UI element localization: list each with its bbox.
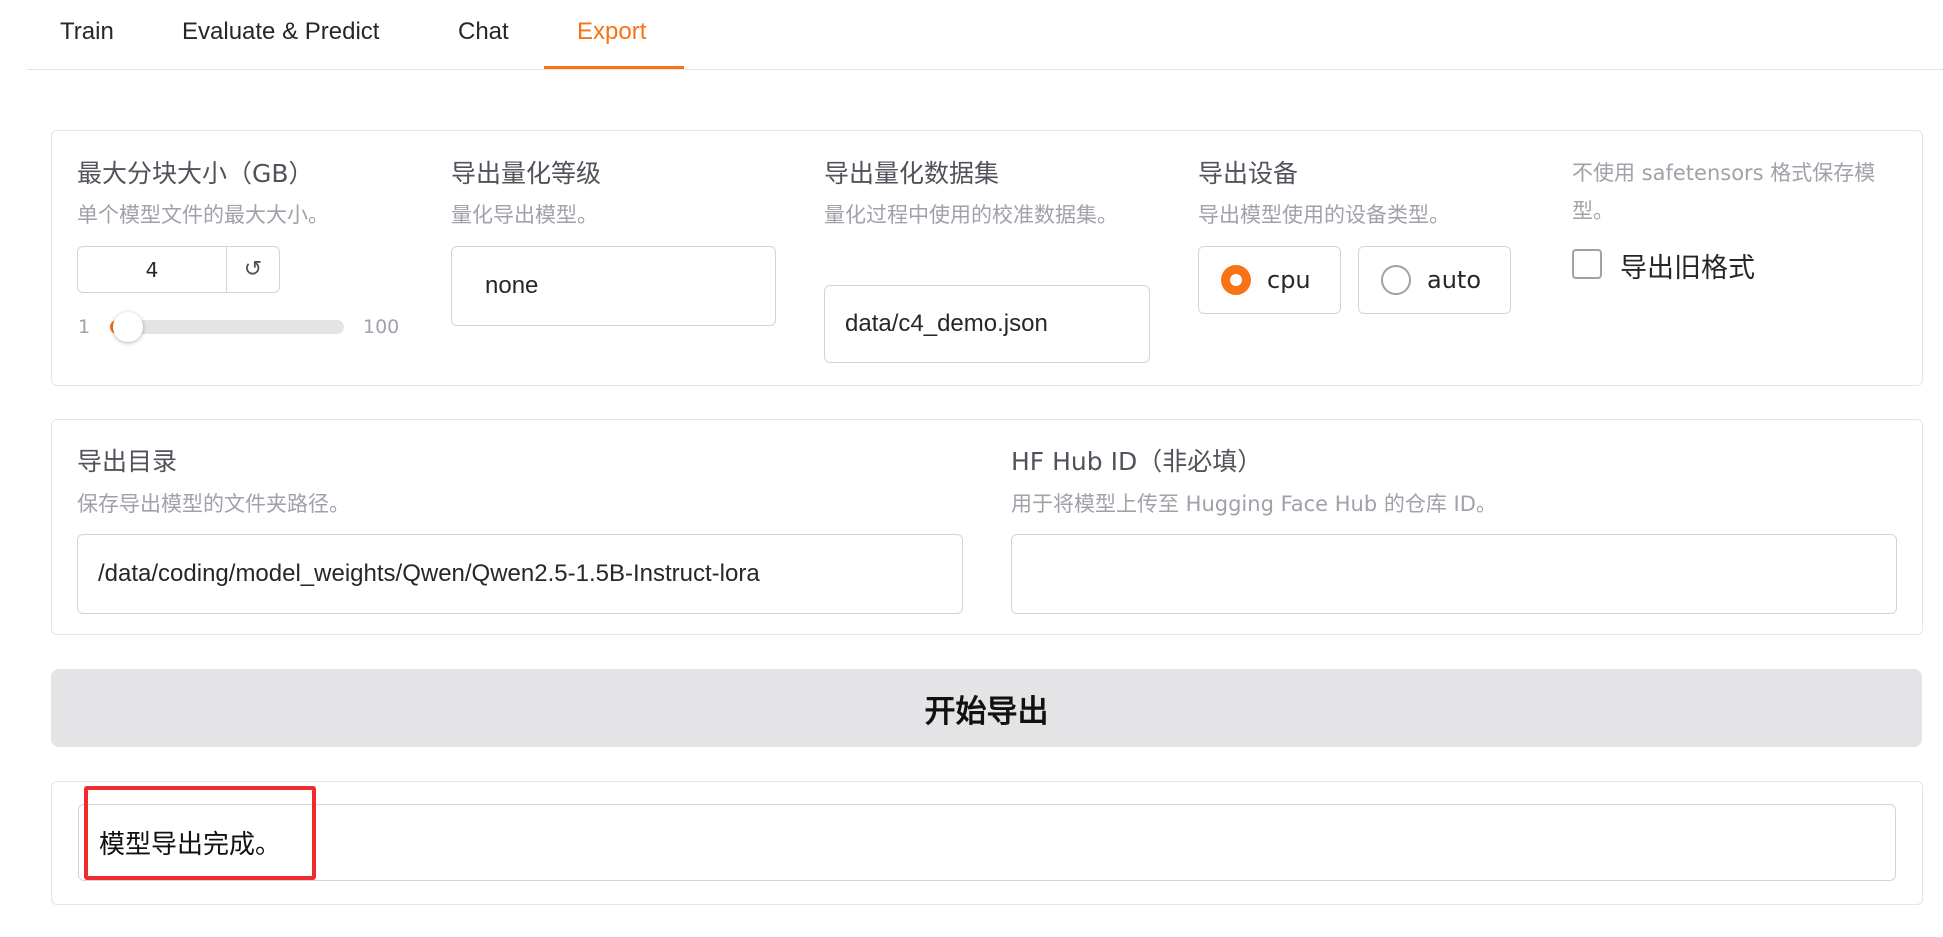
export-legacy-format-label: 导出旧格式: [1620, 253, 1755, 284]
export-dir-input[interactable]: /data/coding/model_weights/Qwen/Qwen2.5-…: [77, 534, 963, 614]
radio-option-auto[interactable]: auto: [1358, 246, 1511, 314]
tab-train[interactable]: Train: [60, 18, 114, 46]
max-shard-size-slider[interactable]: [110, 320, 344, 334]
max-shard-size-input[interactable]: 4: [77, 246, 227, 293]
export-quant-bit-dropdown[interactable]: none: [451, 246, 776, 326]
radio-option-cpu[interactable]: cpu: [1198, 246, 1341, 314]
hf-hub-id-info: 用于将模型上传至 Hugging Face Hub 的仓库 ID。: [1011, 492, 1497, 516]
radio-option-cpu-label: cpu: [1267, 266, 1311, 294]
export-dir-info: 保存导出模型的文件夹路径。: [77, 492, 350, 516]
export-device-info: 导出模型使用的设备类型。: [1198, 203, 1450, 227]
export-dir-label: 导出目录: [77, 447, 178, 476]
tab-bar: Train Evaluate & Predict Chat Export: [27, 0, 1943, 70]
export-legacy-format-info: 不使用 safetensors 格式保存模型。: [1572, 161, 1876, 223]
export-quant-dataset-input[interactable]: data/c4_demo.json: [824, 285, 1150, 363]
slider-thumb[interactable]: [113, 312, 143, 342]
tab-chat[interactable]: Chat: [458, 18, 509, 46]
export-quant-dataset-info: 量化过程中使用的校准数据集。: [824, 203, 1118, 227]
max-shard-size-label: 最大分块大小（GB）: [77, 159, 314, 188]
tab-evaluate-predict[interactable]: Evaluate & Predict: [182, 18, 379, 46]
tab-export[interactable]: Export: [577, 18, 646, 46]
export-quant-bit-info: 量化导出模型。: [451, 203, 598, 227]
slider-max-label: 100: [363, 316, 400, 338]
start-export-button[interactable]: 开始导出: [51, 669, 1922, 747]
export-legacy-format-checkbox[interactable]: [1572, 249, 1602, 279]
radio-checked-icon: [1221, 265, 1251, 295]
active-tab-indicator: [544, 66, 684, 69]
slider-min-label: 1: [78, 316, 91, 338]
radio-unchecked-icon: [1381, 265, 1411, 295]
radio-option-auto-label: auto: [1427, 266, 1482, 294]
max-shard-size-info: 单个模型文件的最大大小。: [77, 203, 329, 227]
reset-icon[interactable]: ↺: [226, 246, 280, 293]
export-quant-dataset-label: 导出量化数据集: [824, 159, 1000, 188]
hf-hub-id-input[interactable]: [1011, 534, 1897, 614]
hf-hub-id-label: HF Hub ID（非必填）: [1011, 447, 1263, 476]
export-device-label: 导出设备: [1198, 159, 1299, 188]
export-quant-bit-label: 导出量化等级: [451, 159, 602, 188]
output-message: 模型导出完成。: [78, 804, 1896, 881]
